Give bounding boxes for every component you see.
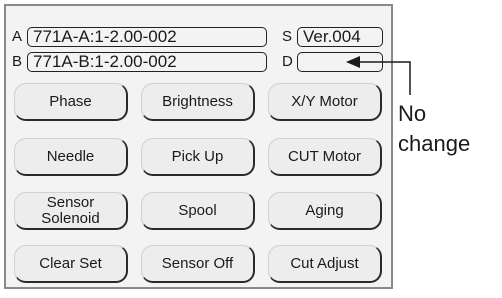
callout-label: No change bbox=[398, 101, 471, 156]
